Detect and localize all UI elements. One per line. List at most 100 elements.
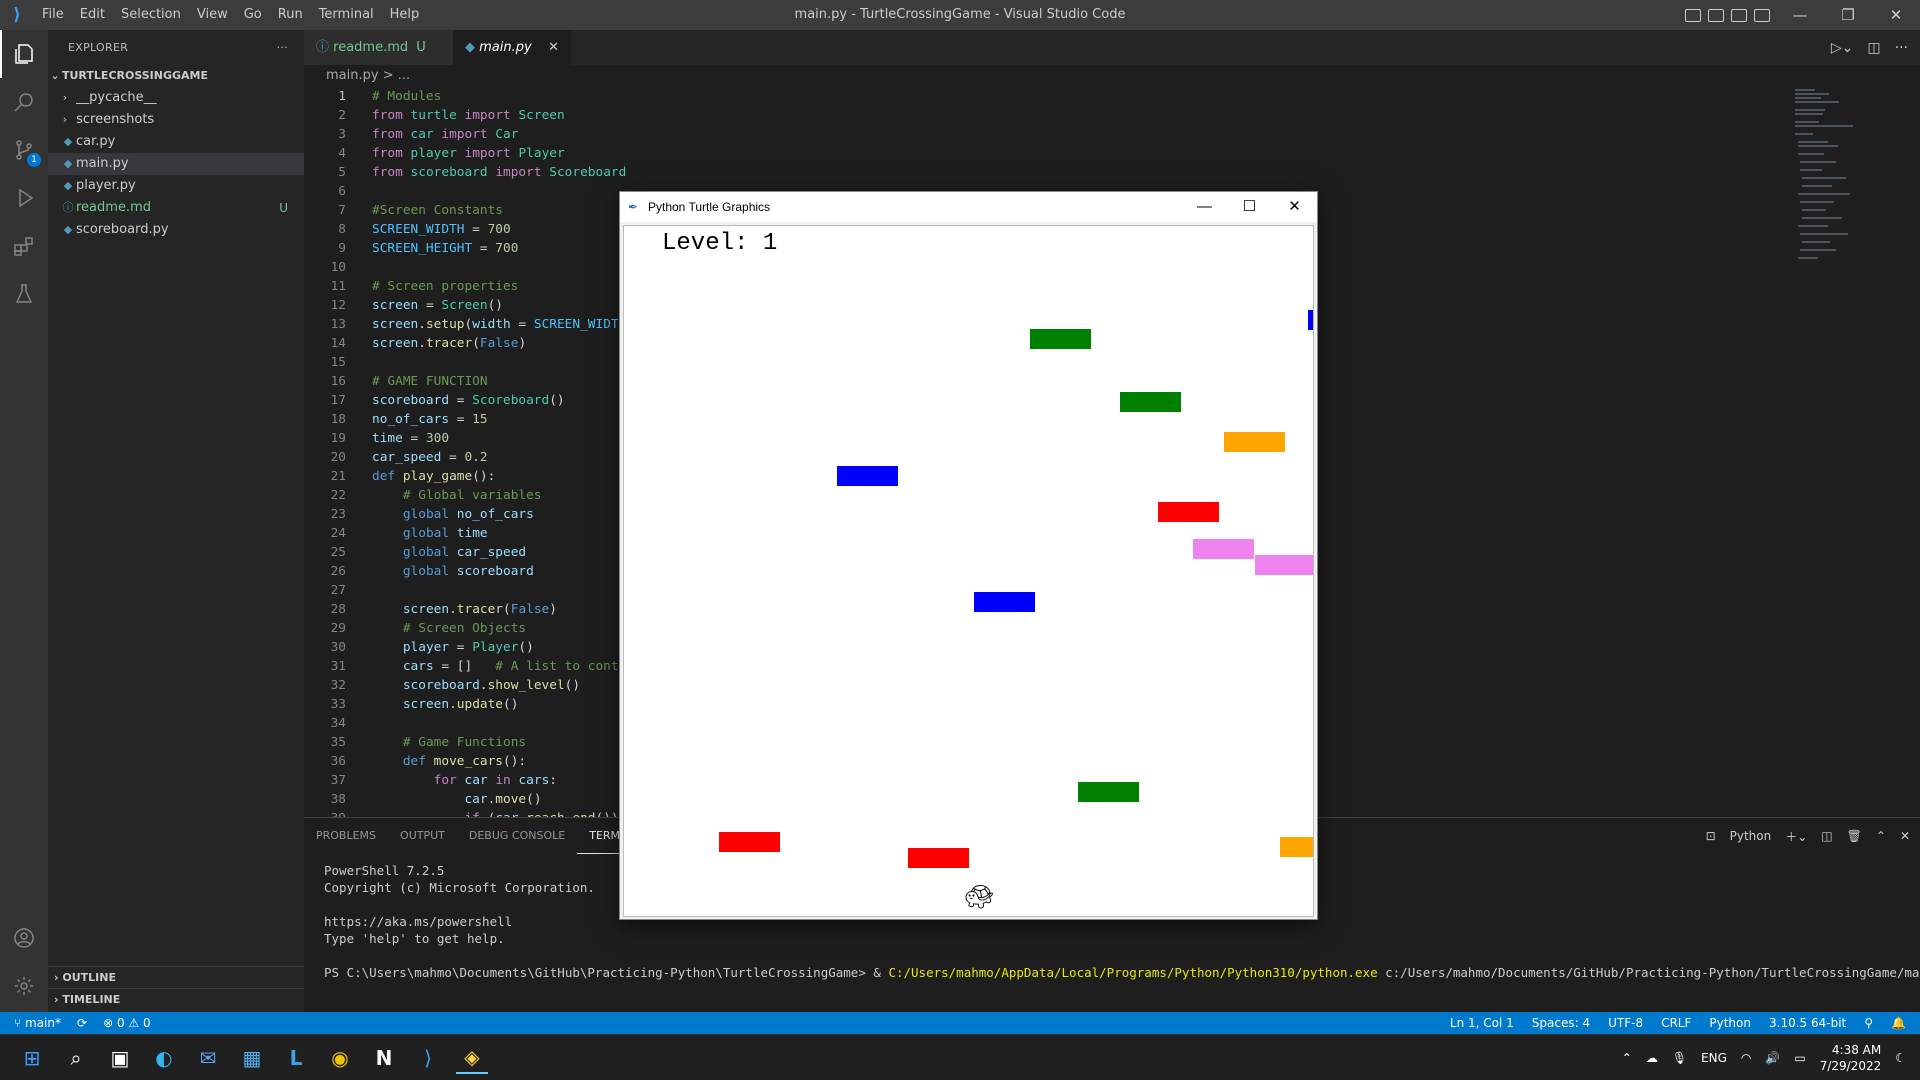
restore-button[interactable]: ❐ <box>1824 0 1872 30</box>
tab-main-py[interactable]: ◆ main.py ✕ <box>453 30 571 65</box>
testing-icon[interactable] <box>0 270 48 318</box>
timeline-section[interactable]: › TIMELINE <box>48 988 304 1010</box>
turtle-maximize-button[interactable]: ☐ <box>1227 192 1272 222</box>
extensions-icon[interactable] <box>0 222 48 270</box>
sync-icon[interactable]: ⟳ <box>77 1012 87 1034</box>
task-view-icon[interactable]: ▣ <box>104 1042 136 1074</box>
new-terminal-icon[interactable]: ＋⌄ <box>1785 828 1807 845</box>
minimap[interactable] <box>1790 87 1920 287</box>
toggle-secondary-sidebar-icon[interactable] <box>1731 8 1747 22</box>
feedback-icon[interactable]: ⚲ <box>1864 1012 1873 1034</box>
menu-help[interactable]: Help <box>382 0 428 30</box>
terminal-arg: c:/Users/mahmo/Documents/GitHub/Practici… <box>1377 965 1920 980</box>
menu-file[interactable]: File <box>34 0 72 30</box>
wifi-icon[interactable]: ◠ <box>1741 1051 1751 1065</box>
edge-icon[interactable]: ◐ <box>148 1042 180 1074</box>
input-language[interactable]: ENG <box>1701 1051 1727 1065</box>
turtle-close-button[interactable]: ✕ <box>1272 192 1317 222</box>
search-icon[interactable] <box>0 78 48 126</box>
close-tab-icon[interactable]: ✕ <box>548 30 559 65</box>
split-editor-icon[interactable]: ◫ <box>1867 40 1880 56</box>
car-11 <box>908 848 969 868</box>
terminal-prompt: PS C:\Users\mahmo\Documents\GitHub\Pract… <box>324 965 889 980</box>
explorer-icon[interactable] <box>0 30 48 78</box>
menu-edit[interactable]: Edit <box>72 0 113 30</box>
line-ending[interactable]: CRLF <box>1661 1012 1691 1034</box>
close-button[interactable]: ✕ <box>1872 0 1920 30</box>
workspace-root[interactable]: ⌄ TURTLECROSSINGGAME <box>48 65 304 87</box>
onedrive-icon[interactable]: ☁ <box>1646 1051 1658 1065</box>
customize-layout-icon[interactable] <box>1754 8 1770 22</box>
split-terminal-icon[interactable]: ◫ <box>1821 829 1832 843</box>
kill-terminal-icon[interactable]: 🗑 <box>1847 829 1862 843</box>
battery-icon[interactable]: ▭ <box>1794 1051 1805 1065</box>
line-number: 18 <box>330 412 346 427</box>
tab-readme[interactable]: ⓘ readme.md U <box>304 30 453 65</box>
toggle-panel-icon[interactable] <box>1708 8 1724 22</box>
problems-indicator[interactable]: ⊗ 0 ⚠ 0 <box>103 1012 151 1034</box>
show-hidden-icons-icon[interactable]: ⌃ <box>1622 1051 1632 1065</box>
tree-item-screenshots[interactable]: › screenshots <box>48 109 304 131</box>
menu-run[interactable]: Run <box>270 0 311 30</box>
git-branch[interactable]: ⑂ main* <box>14 1012 61 1034</box>
source-control-icon[interactable]: 1 <box>0 126 48 174</box>
indentation[interactable]: Spaces: 4 <box>1532 1012 1590 1034</box>
terminal-command-line[interactable]: PS C:\Users\mahmo\Documents\GitHub\Pract… <box>324 964 1920 981</box>
run-debug-icon[interactable] <box>0 174 48 222</box>
maximize-panel-icon[interactable]: ⌃ <box>1876 829 1886 843</box>
tab-debug-console[interactable]: DEBUG CONSOLE <box>457 818 577 854</box>
vscode-taskbar-icon[interactable]: ⟩ <box>412 1042 444 1074</box>
start-icon[interactable]: ⊞ <box>16 1042 48 1074</box>
minimize-button[interactable]: — <box>1776 0 1824 30</box>
turtle-window-titlebar[interactable]: ✒ Python Turtle Graphics — ☐ ✕ <box>620 192 1317 222</box>
tree-item-scoreboard-py[interactable]: ◆ scoreboard.py <box>48 219 304 241</box>
line-number: 28 <box>330 602 346 617</box>
tab-problems[interactable]: PROBLEMS <box>304 818 388 854</box>
turtle-minimize-button[interactable]: — <box>1182 192 1227 222</box>
chrome-icon[interactable]: ◉ <box>324 1042 356 1074</box>
more-actions-icon[interactable]: ··· <box>277 41 288 54</box>
notifications-bell-icon[interactable]: 🔔 <box>1891 1012 1906 1034</box>
turtle-window-controls: — ☐ ✕ <box>1182 192 1317 222</box>
terminal-shell-icon[interactable]: ⊡ <box>1706 829 1716 843</box>
store-icon[interactable]: ▦ <box>236 1042 268 1074</box>
clock[interactable]: 4:38 AM 7/29/2022 <box>1820 1042 1882 1074</box>
app-l-icon[interactable]: L <box>280 1042 312 1074</box>
notion-icon[interactable]: N <box>368 1042 400 1074</box>
run-python-file-icon[interactable]: ▷⌄ <box>1831 40 1854 56</box>
more-actions-icon[interactable]: ··· <box>1895 40 1908 56</box>
tree-item-player-py[interactable]: ◆ player.py <box>48 175 304 197</box>
menu-terminal[interactable]: Terminal <box>311 0 382 30</box>
menu-selection[interactable]: Selection <box>113 0 189 30</box>
account-icon[interactable] <box>0 914 48 962</box>
menu-go[interactable]: Go <box>236 0 270 30</box>
encoding[interactable]: UTF-8 <box>1608 1012 1643 1034</box>
line-number: 10 <box>330 260 346 275</box>
python-interpreter[interactable]: 3.10.5 64-bit <box>1769 1012 1846 1034</box>
search-icon[interactable]: ⌕ <box>60 1042 92 1074</box>
menu-view[interactable]: View <box>189 0 236 30</box>
cursor-position[interactable]: Ln 1, Col 1 <box>1450 1012 1514 1034</box>
turtle-canvas[interactable]: Level: 1 🐢︎ <box>623 225 1314 917</box>
volume-icon[interactable]: 🔊 <box>1765 1051 1780 1065</box>
toggle-sidebar-icon[interactable] <box>1685 8 1701 22</box>
close-panel-icon[interactable]: ✕ <box>1900 829 1910 843</box>
breadcrumb[interactable]: main.py > ... <box>304 65 1920 87</box>
code-line: screen.setup(width = SCREEN_WIDTH <box>372 317 627 332</box>
outline-section[interactable]: › OUTLINE <box>48 966 304 988</box>
notification-center-icon[interactable]: ☾ <box>1895 1051 1906 1065</box>
tab-output[interactable]: OUTPUT <box>388 818 457 854</box>
line-number: 13 <box>330 317 346 332</box>
microphone-icon[interactable]: 🎙 <box>1672 1051 1687 1065</box>
python-taskbar-icon[interactable]: ◈ <box>456 1042 488 1074</box>
language-mode[interactable]: Python <box>1709 1012 1751 1034</box>
tree-item-readme-md[interactable]: ⓘ readme.md U <box>48 197 304 219</box>
terminal-shell-name[interactable]: Python <box>1730 829 1772 843</box>
tree-item-pycache[interactable]: › __pycache__ <box>48 87 304 109</box>
settings-gear-icon[interactable] <box>0 962 48 1010</box>
line-number: 19 <box>330 431 346 446</box>
mail-icon[interactable]: ✉ <box>192 1042 224 1074</box>
terminal-line: PowerShell 7.2.5 <box>324 863 445 878</box>
tree-item-main-py[interactable]: ◆ main.py <box>48 153 304 175</box>
tree-item-car-py[interactable]: ◆ car.py <box>48 131 304 153</box>
